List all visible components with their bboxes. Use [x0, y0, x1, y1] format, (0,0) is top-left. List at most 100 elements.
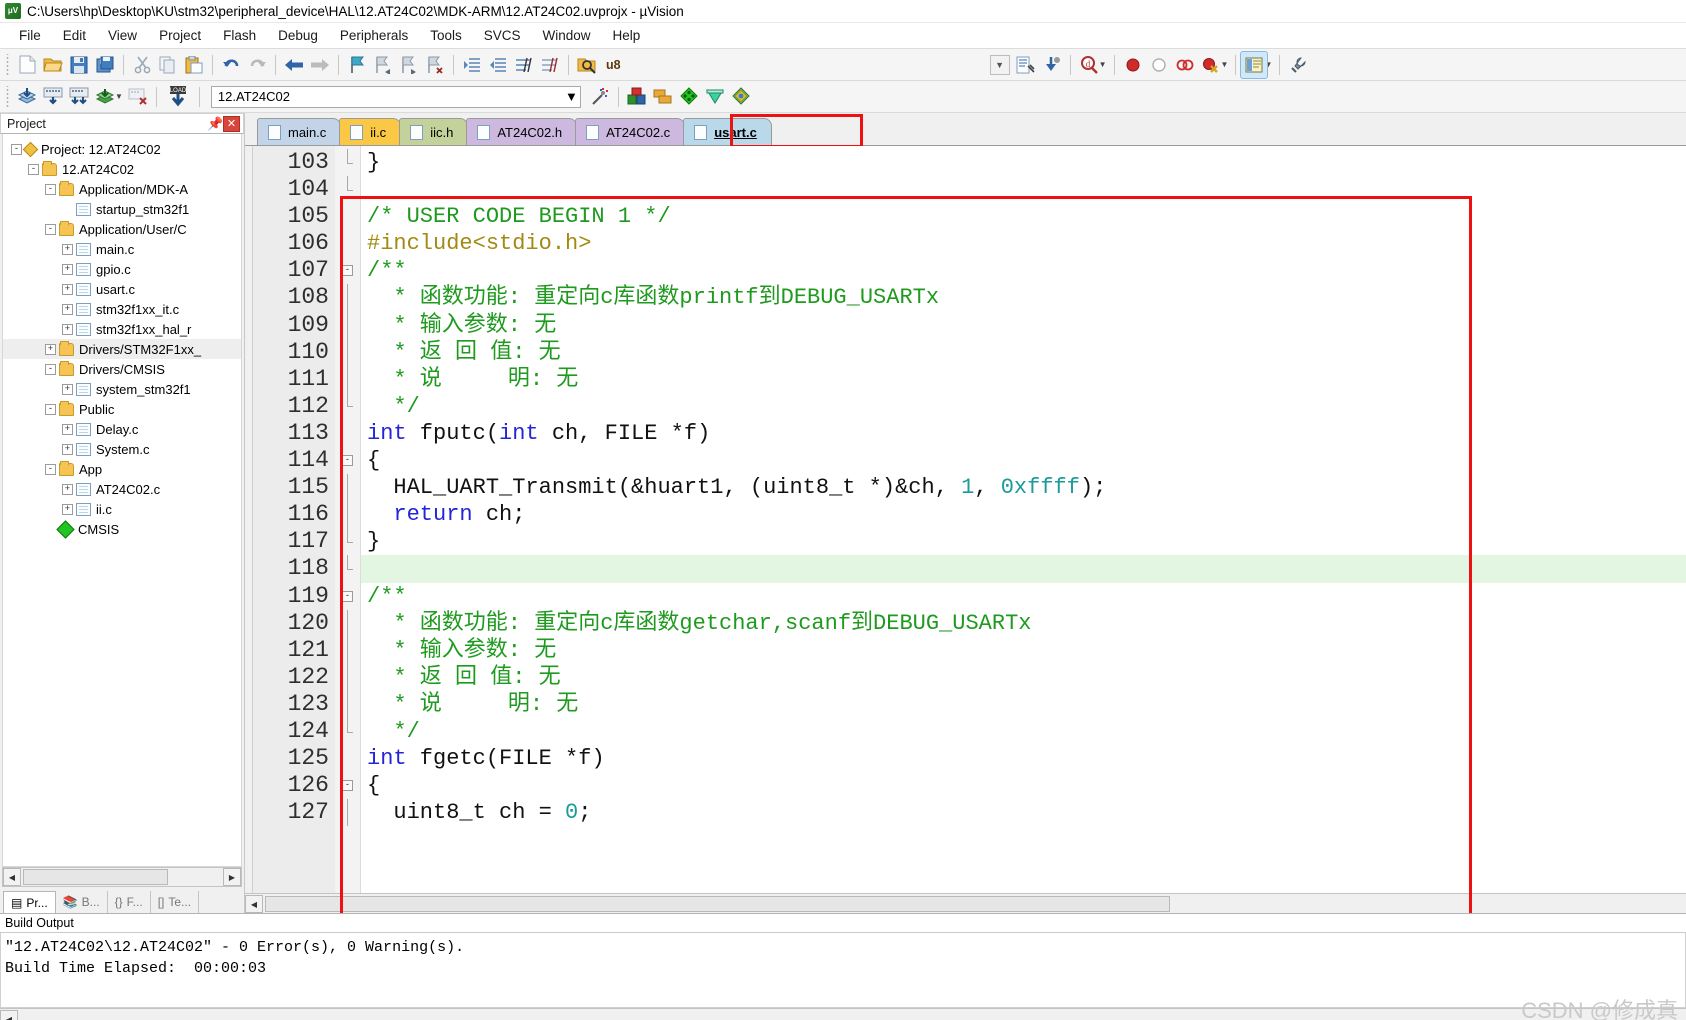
batch-build-icon[interactable]	[92, 84, 118, 110]
build-output-body[interactable]: "12.AT24C02\12.AT24C02" - 0 Error(s), 0 …	[0, 933, 1686, 1008]
tree-node[interactable]: startup_stm32f1	[3, 199, 241, 219]
code-line[interactable]	[361, 176, 1686, 203]
pack-installer-icon[interactable]	[676, 84, 702, 110]
code-line[interactable]: #include<stdio.h>	[361, 230, 1686, 257]
tree-node[interactable]: - Project: 12.AT24C02	[3, 139, 241, 159]
code-line[interactable]: HAL_UART_Transmit(&huart1, (uint8_t *)&c…	[361, 474, 1686, 501]
code-line[interactable]: uint8_t ch = 0;	[361, 799, 1686, 826]
back-icon[interactable]	[281, 52, 307, 78]
menu-window[interactable]: Window	[531, 25, 601, 46]
editor-tab-mainc[interactable]: main.c	[257, 118, 342, 145]
editor-tabstrip[interactable]: main.c ii.c iic.h AT24C02.h AT24C02.c usart.c	[245, 113, 1686, 146]
manage-runtime-icon[interactable]	[702, 84, 728, 110]
manage-project-items-icon[interactable]	[624, 84, 650, 110]
collapse-icon[interactable]: -	[45, 183, 56, 195]
translate-icon[interactable]	[14, 84, 40, 110]
kill-all-breakpoints-icon[interactable]	[1172, 52, 1198, 78]
menu-project[interactable]: Project	[148, 25, 212, 46]
new-file-icon[interactable]	[14, 52, 40, 78]
code-line[interactable]: /* USER CODE BEGIN 1 */	[361, 203, 1686, 230]
save-all-icon[interactable]	[92, 52, 118, 78]
code-line[interactable]	[361, 555, 1686, 583]
save-icon[interactable]	[66, 52, 92, 78]
code-line[interactable]: int fputc(int ch, FILE *f)	[361, 420, 1686, 447]
find-icon[interactable]: d	[1076, 52, 1102, 78]
expand-icon[interactable]: +	[62, 483, 73, 495]
panel-tab-te[interactable]: [] Te...	[151, 891, 200, 913]
panel-tab-pr[interactable]: ▤ Pr...	[3, 891, 56, 913]
target-options-icon[interactable]	[587, 84, 613, 110]
tree-node[interactable]: + AT24C02.c	[3, 479, 241, 499]
collapse-icon[interactable]: -	[45, 403, 56, 415]
outdent-icon[interactable]	[485, 52, 511, 78]
expand-icon[interactable]: +	[62, 423, 73, 435]
code-line[interactable]: int fgetc(FILE *f)	[361, 745, 1686, 772]
code-line[interactable]: * 说 明: 无	[361, 366, 1686, 393]
insert-breakpoint-icon[interactable]	[1120, 52, 1146, 78]
fold-collapse-icon[interactable]: -	[335, 772, 360, 799]
code-line[interactable]: */	[361, 718, 1686, 745]
code-text-area[interactable]: } /* USER CODE BEGIN 1 */#include<stdio.h…	[361, 146, 1686, 893]
tree-node[interactable]: + System.c	[3, 439, 241, 459]
fold-collapse-icon[interactable]: -	[335, 447, 360, 474]
collapse-icon[interactable]: -	[28, 163, 39, 175]
editor-tab-iic[interactable]: ii.c	[339, 118, 402, 145]
menu-peripherals[interactable]: Peripherals	[329, 25, 419, 46]
multi-project-icon[interactable]	[650, 84, 676, 110]
bookmark-toggle-icon[interactable]	[344, 52, 370, 78]
menu-tools[interactable]: Tools	[419, 25, 473, 46]
forward-icon[interactable]	[307, 52, 333, 78]
code-fold-gutter[interactable]: - - - -	[335, 146, 361, 893]
code-line[interactable]: * 函数功能: 重定向c库函数getchar,scanf到DEBUG_USART…	[361, 610, 1686, 637]
project-tree[interactable]: - Project: 12.AT24C02-12.AT24C02- Applicat…	[2, 134, 242, 867]
code-line[interactable]: * 返 回 值: 无	[361, 664, 1686, 691]
close-icon[interactable]: ✕	[223, 115, 240, 132]
fold-collapse-icon[interactable]: -	[335, 257, 360, 284]
copy-icon[interactable]	[155, 52, 181, 78]
fold-box[interactable]: -	[342, 265, 353, 277]
start-debug-icon[interactable]	[1039, 52, 1065, 78]
undo-icon[interactable]	[218, 52, 244, 78]
find-in-files-icon[interactable]	[574, 52, 600, 78]
code-line[interactable]: * 函数功能: 重定向c库函数printf到DEBUG_USARTx	[361, 284, 1686, 311]
editor-tab-usartc[interactable]: usart.c	[683, 118, 772, 145]
code-line[interactable]: * 说 明: 无	[361, 691, 1686, 718]
menu-svcs[interactable]: SVCS	[473, 25, 532, 46]
download-icon[interactable]: LOAD	[162, 84, 194, 110]
editor-tab-at24c02h[interactable]: AT24C02.h	[466, 118, 578, 145]
tree-node[interactable]: + main.c	[3, 239, 241, 259]
code-line[interactable]: * 返 回 值: 无	[361, 339, 1686, 366]
window-layout-icon[interactable]	[1240, 50, 1269, 79]
tree-node[interactable]: + ii.c	[3, 499, 241, 519]
pin-icon[interactable]: 📌	[207, 116, 223, 132]
redo-icon[interactable]	[244, 52, 270, 78]
comment-icon[interactable]	[511, 52, 537, 78]
code-line[interactable]: */	[361, 393, 1686, 420]
rebuild-icon[interactable]	[66, 84, 92, 110]
scroll-right-icon[interactable]: ▶	[223, 868, 241, 886]
code-line[interactable]: }	[361, 149, 1686, 176]
tree-node[interactable]: + Drivers/STM32F1xx_	[3, 339, 241, 359]
fold-box[interactable]: -	[342, 780, 353, 792]
editor-hscrollbar[interactable]: ◀	[245, 893, 1686, 913]
tree-node[interactable]: - 12.AT24C02	[3, 159, 241, 179]
build-icon[interactable]	[40, 84, 66, 110]
fold-collapse-icon[interactable]: -	[335, 583, 360, 610]
tree-node[interactable]: + Delay.c	[3, 419, 241, 439]
scrollbar-thumb[interactable]	[23, 869, 168, 885]
collapse-icon[interactable]: -	[11, 143, 22, 155]
disable-all-breakpoints-icon[interactable]	[1198, 52, 1224, 78]
tree-node[interactable]: + stm32f1xx_it.c	[3, 299, 241, 319]
code-line[interactable]: }	[361, 528, 1686, 555]
expand-icon[interactable]: +	[62, 303, 73, 315]
uncomment-icon[interactable]	[537, 52, 563, 78]
tree-node[interactable]: CMSIS	[3, 519, 241, 539]
collapse-icon[interactable]: -	[45, 223, 56, 235]
panel-tab-f[interactable]: {} F...	[108, 891, 151, 913]
bookmark-clear-icon[interactable]	[422, 52, 448, 78]
code-editor-body[interactable]: 103 104 105 106 107 108 109 110 111 112 113 114 115 1…	[245, 146, 1686, 893]
stop-build-icon[interactable]	[125, 84, 151, 110]
indent-icon[interactable]	[459, 52, 485, 78]
disable-breakpoint-icon[interactable]	[1146, 52, 1172, 78]
code-line[interactable]: * 输入参数: 无	[361, 312, 1686, 339]
